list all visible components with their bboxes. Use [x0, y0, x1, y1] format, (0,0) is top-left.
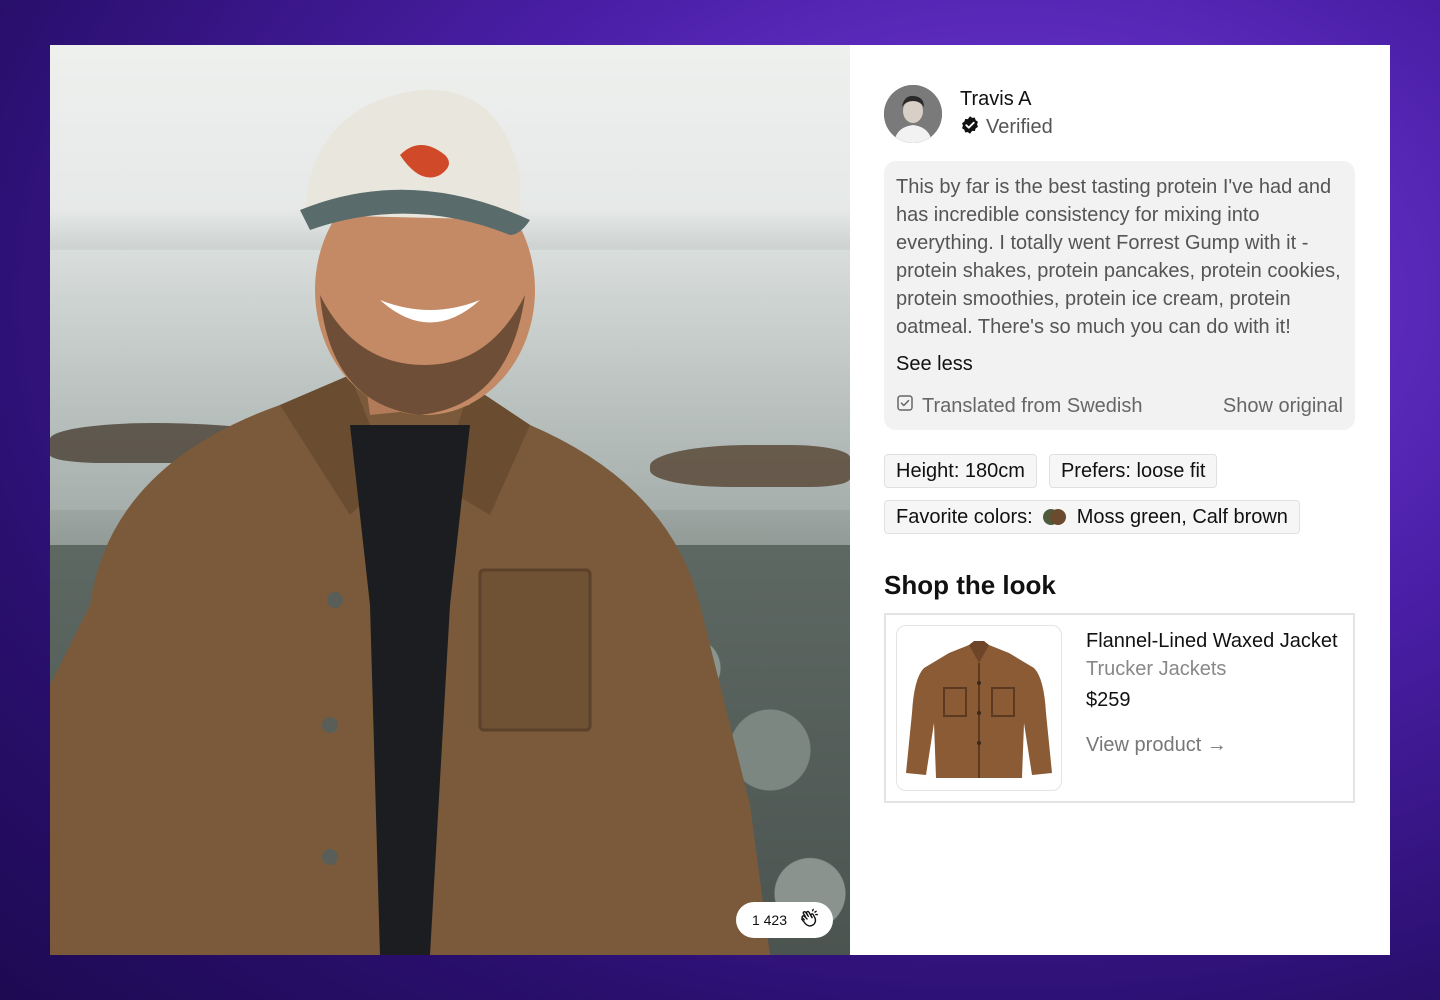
translate-check-icon [896, 394, 914, 418]
review-box: This by far is the best tasting protein … [884, 161, 1355, 430]
verified-status: Verified [960, 115, 1053, 141]
review-card: 1 423 Travis A Verified This by far is t… [50, 45, 1390, 955]
view-product-link[interactable]: View product → [1086, 734, 1338, 757]
review-photo[interactable]: 1 423 [50, 45, 850, 955]
author-info: Travis A Verified [960, 88, 1053, 141]
color-swatches [1042, 509, 1067, 525]
fit-tag-label: Prefers: loose fit [1060, 459, 1206, 482]
verified-label: Verified [986, 116, 1053, 138]
product-category: Trucker Jackets [1086, 658, 1227, 680]
height-tag-label: Height: 180cm [896, 459, 1025, 482]
calf-brown-swatch [1049, 509, 1066, 525]
colors-tag: Favorite colors: Moss green, Calf brown [884, 500, 1300, 534]
product-details: Flannel-Lined Waxed Jacket Trucker Jacke… [1086, 625, 1338, 791]
verified-badge-icon [960, 115, 980, 141]
see-less-link[interactable]: See less [896, 353, 1343, 376]
review-text: This by far is the best tasting protein … [896, 176, 1341, 338]
jacket-product-image [906, 641, 1052, 778]
author-header: Travis A Verified [884, 85, 1355, 143]
show-original-link[interactable]: Show original [1223, 395, 1343, 418]
shop-the-look-heading: Shop the look [884, 570, 1056, 600]
product-image[interactable] [896, 625, 1062, 791]
avatar-image [884, 85, 942, 143]
photo-person [50, 89, 770, 955]
reaction-badge[interactable]: 1 423 [735, 902, 833, 938]
reviewer-attributes: Height: 180cm Prefers: loose fit Favorit… [884, 454, 1355, 534]
author-name[interactable]: Travis A [960, 88, 1053, 111]
product-card[interactable]: Flannel-Lined Waxed Jacket Trucker Jacke… [884, 613, 1355, 803]
clapping-hands-icon [797, 908, 819, 933]
reaction-count: 1 423 [751, 912, 787, 928]
height-tag: Height: 180cm [884, 454, 1037, 488]
product-name[interactable]: Flannel-Lined Waxed Jacket [1086, 627, 1338, 655]
colors-tag-value: Moss green, Calf brown [1076, 505, 1288, 528]
translated-label: Translated from Swedish [922, 394, 1143, 417]
product-price: $259 [1086, 689, 1131, 711]
colors-tag-label: Favorite colors: [896, 505, 1033, 528]
translation-row: Translated from Swedish Show original [896, 394, 1343, 418]
fit-tag: Prefers: loose fit [1048, 454, 1218, 488]
avatar[interactable] [884, 85, 942, 143]
review-panel: Travis A Verified This by far is the bes… [850, 45, 1390, 955]
translation-info: Translated from Swedish [896, 394, 1142, 418]
